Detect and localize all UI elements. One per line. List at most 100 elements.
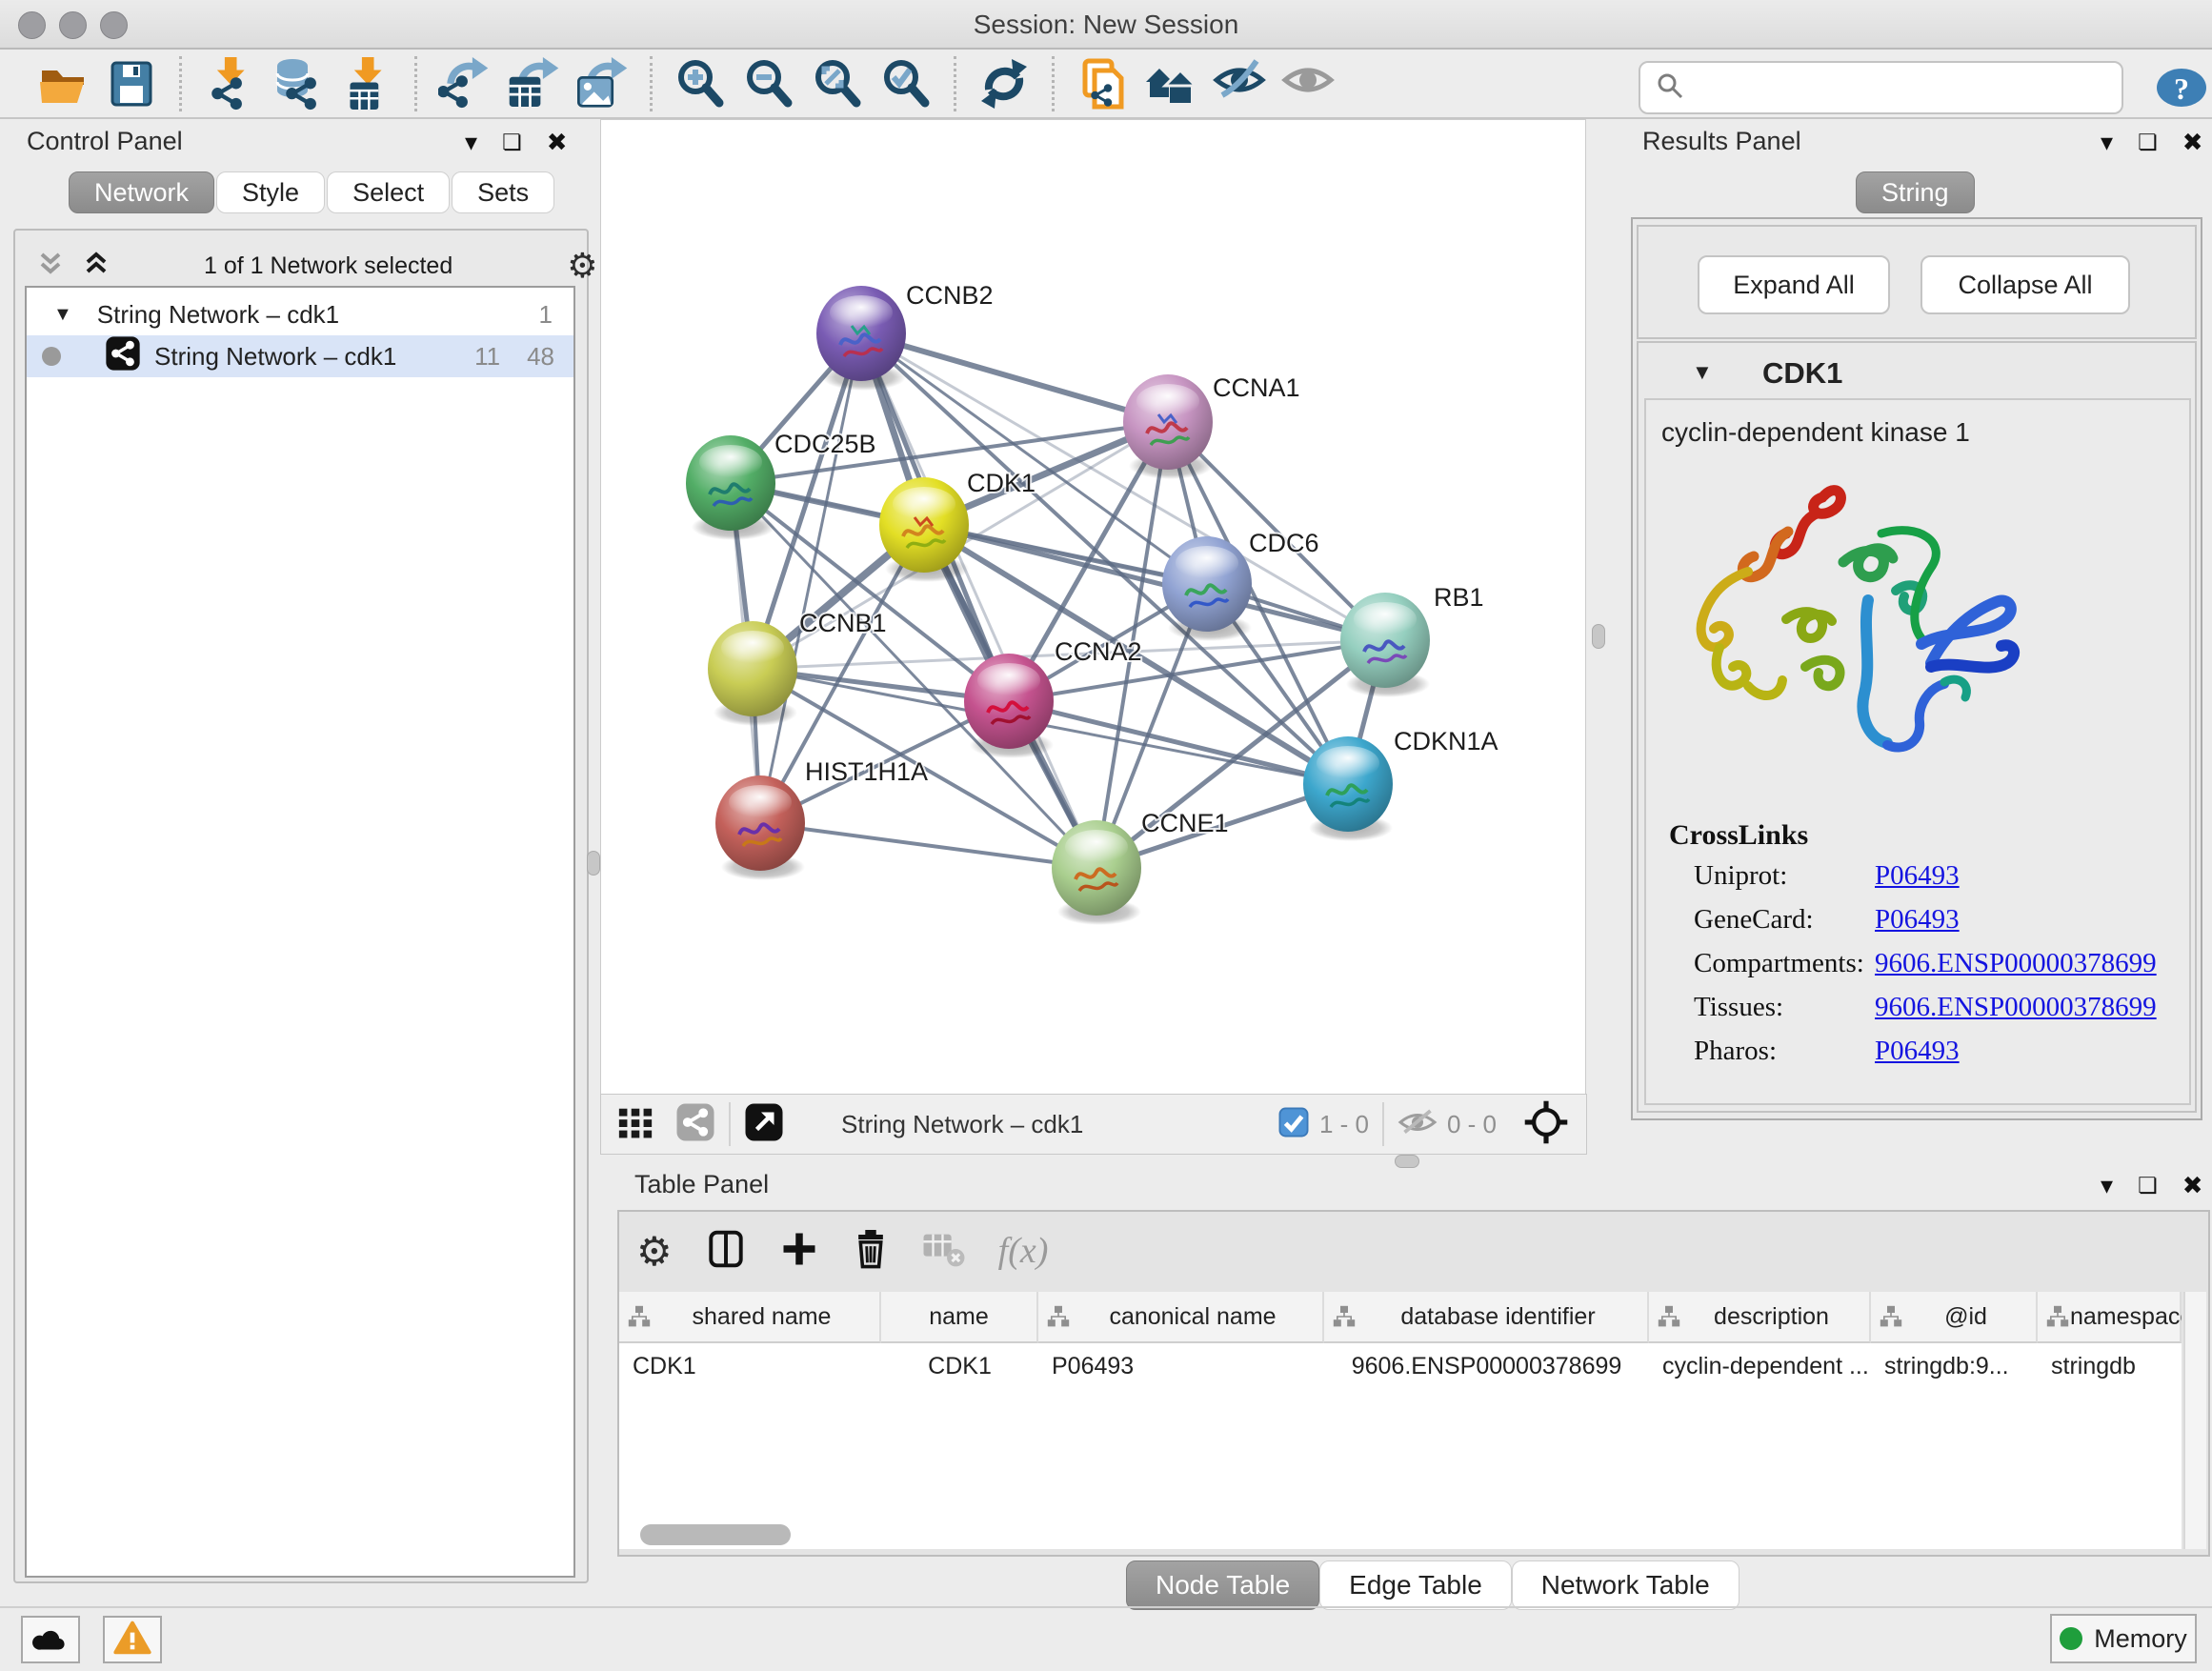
section-expander-icon[interactable]: ▼	[1692, 360, 1713, 385]
hidden-eye-icon[interactable]	[1398, 1106, 1438, 1143]
collapse-all-button[interactable]: Collapse All	[1920, 255, 2130, 314]
network-node-RB1[interactable]	[1340, 593, 1430, 697]
splitter-handle[interactable]	[1395, 1155, 1419, 1168]
column-header-description[interactable]: description	[1649, 1292, 1871, 1343]
float-panel-icon[interactable]: ❏	[2138, 1173, 2158, 1198]
network-node-CDC6[interactable]	[1162, 536, 1252, 641]
network-node-CDC25B[interactable]	[686, 435, 775, 540]
tab-edge-table[interactable]: Edge Table	[1319, 1560, 1512, 1610]
refresh-button[interactable]	[975, 55, 1034, 112]
crosslink-link[interactable]: P06493	[1875, 860, 1960, 892]
network-home-button[interactable]	[1141, 55, 1200, 112]
column-header-canonical-name[interactable]: canonical name	[1038, 1292, 1324, 1343]
close-panel-icon[interactable]: ✖	[547, 130, 568, 154]
network-canvas[interactable]: CCNB2CCNA1CDC25BCDK1CDC6RB1CCNB1CCNA2CDK…	[600, 119, 1586, 1096]
tab-select[interactable]: Select	[327, 171, 450, 213]
table-vertical-scrollbar[interactable]	[2183, 1292, 2206, 1549]
table-cell[interactable]: P06493	[1038, 1343, 1324, 1389]
table-cell[interactable]: 9606.ENSP00000378699	[1324, 1343, 1649, 1389]
function-builder-icon[interactable]: f(x)	[998, 1230, 1049, 1272]
node-table[interactable]: shared name name canonical name database…	[619, 1292, 2182, 1549]
zoom-selected-button[interactable]	[876, 55, 935, 112]
network-node-CCNB1[interactable]	[708, 621, 797, 726]
add-column-icon[interactable]	[779, 1229, 819, 1274]
import-network-file-button[interactable]	[200, 55, 259, 112]
zoom-in-button[interactable]	[671, 55, 730, 112]
export-table-button[interactable]	[504, 55, 563, 112]
tab-network[interactable]: Network	[69, 171, 214, 213]
network-row[interactable]: String Network – cdk1 11 48	[27, 335, 573, 377]
network-node-CDKN1A[interactable]	[1303, 736, 1393, 841]
network-node-CCNE1[interactable]	[1052, 820, 1141, 925]
table-cell[interactable]: stringdb:9...	[1871, 1343, 2038, 1389]
float-panel-icon[interactable]: ❏	[502, 130, 522, 154]
zoom-fit-button[interactable]	[808, 55, 867, 112]
show-all-button[interactable]	[1278, 55, 1337, 112]
table-cell[interactable]: stringdb	[2038, 1343, 2182, 1389]
show-columns-icon[interactable]	[705, 1227, 747, 1276]
splitter-handle[interactable]	[587, 851, 600, 876]
collapse-panel-icon[interactable]: ▾	[2101, 1173, 2113, 1198]
table-horizontal-scrollbar[interactable]	[640, 1524, 791, 1545]
close-panel-icon[interactable]: ✖	[2182, 1173, 2203, 1198]
column-header-database-identifier[interactable]: database identifier	[1324, 1292, 1649, 1343]
tab-style[interactable]: Style	[216, 171, 325, 213]
hide-selected-button[interactable]	[1210, 55, 1269, 112]
float-panel-icon[interactable]: ❏	[2138, 130, 2158, 154]
collapse-panel-icon[interactable]: ▾	[465, 130, 477, 154]
open-session-button[interactable]	[33, 55, 92, 112]
crosslink-link[interactable]: P06493	[1875, 904, 1960, 936]
help-button[interactable]: ?	[2151, 69, 2212, 107]
network-group-row[interactable]: ▼ String Network – cdk1 1	[27, 293, 573, 335]
tab-string[interactable]: String	[1856, 171, 1975, 213]
export-image-button[interactable]	[573, 55, 632, 112]
crosslink-link[interactable]: P06493	[1875, 1036, 1960, 1067]
selected-checkbox-icon[interactable]	[1277, 1106, 1310, 1143]
network-node-CCNA1[interactable]	[1123, 374, 1213, 479]
warning-status-button[interactable]	[103, 1616, 162, 1663]
expander-arrow-icon[interactable]: ▼	[53, 304, 72, 326]
column-header-@id[interactable]: @id	[1871, 1292, 2038, 1343]
column-header-shared-name[interactable]: shared name	[619, 1292, 881, 1343]
search-field[interactable]	[1639, 61, 2123, 114]
node-label-HIST1H1A: HIST1H1A	[805, 757, 928, 786]
close-panel-icon[interactable]: ✖	[2182, 130, 2203, 154]
network-node-CCNA2[interactable]	[964, 654, 1054, 758]
export-network-button[interactable]	[435, 55, 494, 112]
collapse-panel-icon[interactable]: ▾	[2101, 130, 2113, 154]
table-cell[interactable]: CDK1	[881, 1343, 1038, 1389]
import-table-file-button[interactable]	[337, 55, 396, 112]
table-cell[interactable]: cyclin-dependent ...	[1649, 1343, 1871, 1389]
tab-network-table[interactable]: Network Table	[1512, 1560, 1739, 1610]
save-session-button[interactable]	[102, 55, 161, 112]
duplicate-network-button[interactable]	[1073, 55, 1132, 112]
search-input[interactable]	[1694, 68, 2122, 108]
expand-all-groups-icon[interactable]	[80, 247, 112, 286]
crosslink-link[interactable]: 9606.ENSP00000378699	[1875, 948, 2157, 979]
tab-node-table[interactable]: Node Table	[1126, 1560, 1319, 1610]
cloud-status-button[interactable]	[21, 1616, 80, 1663]
crosslink-link[interactable]: 9606.ENSP00000378699	[1875, 992, 2157, 1023]
node-label-CDC6: CDC6	[1249, 529, 1319, 557]
launch-view-icon[interactable]	[744, 1102, 784, 1147]
network-options-gear-icon[interactable]: ⚙	[567, 246, 597, 286]
memory-indicator[interactable]: Memory	[2050, 1614, 2197, 1663]
column-header-namespace[interactable]: namespace	[2038, 1292, 2182, 1343]
table-cell[interactable]: CDK1	[619, 1343, 881, 1389]
expand-all-button[interactable]: Expand All	[1698, 255, 1890, 314]
splitter-handle[interactable]	[1592, 624, 1605, 649]
tab-sets[interactable]: Sets	[452, 171, 554, 213]
network-overview-icon[interactable]	[675, 1102, 715, 1147]
network-node-CDK1[interactable]	[879, 477, 969, 582]
fit-content-icon[interactable]	[1523, 1099, 1569, 1150]
collapse-all-groups-icon[interactable]	[34, 247, 67, 286]
network-node-HIST1H1A[interactable]	[715, 775, 805, 880]
table-options-gear-icon[interactable]: ⚙	[636, 1228, 673, 1275]
import-network-database-button[interactable]	[269, 55, 328, 112]
column-header-name[interactable]: name	[881, 1292, 1038, 1343]
delete-column-icon[interactable]	[852, 1227, 890, 1276]
network-node-CCNB2[interactable]	[816, 286, 906, 391]
grid-view-icon[interactable]	[616, 1103, 654, 1146]
delete-table-icon[interactable]	[922, 1230, 966, 1273]
zoom-out-button[interactable]	[739, 55, 798, 112]
